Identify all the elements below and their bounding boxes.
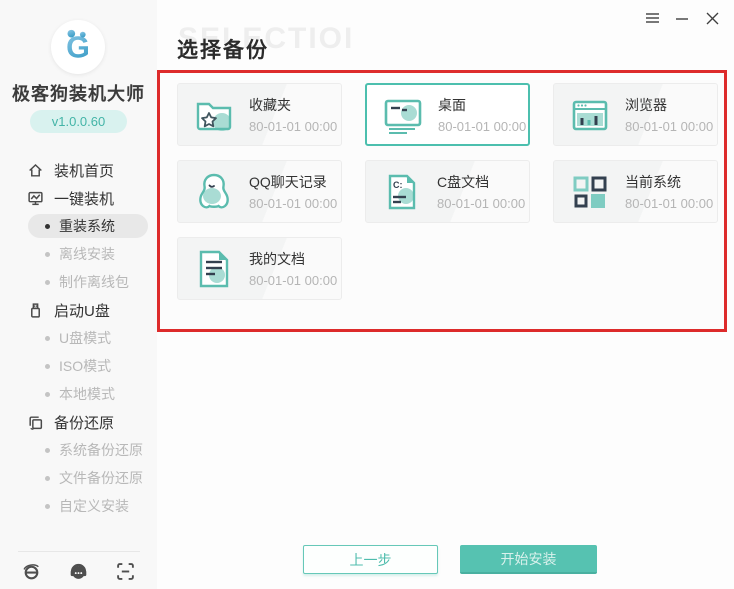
sidebar-item-usb-mode[interactable]: U盘模式 (0, 324, 157, 352)
sidebar: G 极客狗装机大师 v1.0.0.60 装机首页 一键装机 重装系统 离线安装 … (0, 0, 157, 589)
backup-timestamp: 80-01-01 00:00 (438, 119, 527, 134)
qq-icon (199, 173, 229, 209)
window-controls (642, 8, 722, 28)
monitor-icon (28, 191, 43, 205)
sidebar-item-label: 重装系统 (59, 218, 115, 234)
backup-name: QQ聊天记录 (249, 174, 327, 190)
sidebar-item-one-key-install[interactable]: 一键装机 (0, 184, 157, 212)
sidebar-item-backup-restore[interactable]: 备份还原 (0, 408, 157, 436)
sidebar-item-label: 备份还原 (54, 414, 115, 432)
folder-star-icon (196, 102, 232, 131)
svg-text:C:: C: (393, 180, 403, 190)
sidebar-nav: 装机首页 一键装机 重装系统 离线安装 制作离线包 启动U盘 U盘模式 ISO模… (0, 156, 157, 520)
browser-icon (572, 100, 608, 130)
bullet-icon (45, 335, 50, 341)
sidebar-item-home[interactable]: 装机首页 (0, 156, 157, 184)
bullet-icon (45, 447, 50, 453)
backup-name: 收藏夹 (249, 97, 291, 113)
backup-card-my-documents[interactable]: 我的文档 80-01-01 00:00 (177, 237, 342, 300)
sidebar-item-label: 启动U盘 (54, 302, 110, 320)
backup-timestamp: 80-01-01 00:00 (625, 196, 714, 211)
sidebar-item-label: 系统备份还原 (59, 442, 143, 458)
c-drive-doc-icon: C: (388, 174, 416, 209)
sidebar-item-custom-install[interactable]: 自定义安装 (0, 492, 157, 520)
sidebar-item-label: U盘模式 (59, 330, 112, 346)
scan-icon[interactable] (116, 562, 135, 581)
backup-timestamp: 80-01-01 00:00 (437, 196, 526, 211)
backup-card-desktop[interactable]: 桌面 80-01-01 00:00 (365, 83, 530, 146)
sidebar-item-boot-usb[interactable]: 启动U盘 (0, 296, 157, 324)
page-title: 选择备份 (177, 39, 269, 62)
backup-card-qq-chat[interactable]: QQ聊天记录 80-01-01 00:00 (177, 160, 342, 223)
backup-name: 桌面 (438, 97, 466, 113)
system-grid-icon (573, 176, 607, 208)
sidebar-item-iso-mode[interactable]: ISO模式 (0, 352, 157, 380)
backup-name: 当前系统 (625, 174, 681, 190)
bullet-icon (45, 223, 50, 229)
sidebar-item-label: 自定义安装 (59, 498, 129, 514)
bullet-icon (45, 363, 50, 369)
start-install-button[interactable]: 开始安装 (460, 545, 597, 574)
backup-card-c-drive-docs[interactable]: C: C盘文档 80-01-01 00:00 (365, 160, 530, 223)
backup-card-favorites[interactable]: 收藏夹 80-01-01 00:00 (177, 83, 342, 146)
backup-name: 我的文档 (249, 251, 305, 267)
sidebar-item-system-backup-restore[interactable]: 系统备份还原 (0, 436, 157, 464)
sidebar-item-label: 文件备份还原 (59, 470, 143, 486)
backup-name: 浏览器 (625, 97, 667, 113)
menu-icon[interactable] (642, 8, 662, 28)
sidebar-item-make-offline-pack[interactable]: 制作离线包 (0, 268, 157, 296)
backup-card-current-system[interactable]: 当前系统 80-01-01 00:00 (553, 160, 718, 223)
usb-icon (31, 302, 40, 318)
my-docs-icon (199, 250, 229, 287)
sidebar-item-offline-install[interactable]: 离线安装 (0, 240, 157, 268)
app-window: G 极客狗装机大师 v1.0.0.60 装机首页 一键装机 重装系统 离线安装 … (0, 0, 734, 589)
dog-g-logo-icon: G (66, 29, 90, 65)
sidebar-item-label: 制作离线包 (59, 274, 129, 290)
sidebar-item-label: 一键装机 (54, 190, 115, 208)
sidebar-item-label: 离线安装 (59, 246, 115, 262)
restore-icon (29, 415, 43, 430)
bullet-icon (45, 475, 50, 481)
backup-card-browser[interactable]: 浏览器 80-01-01 00:00 (553, 83, 718, 146)
sidebar-footer (0, 562, 157, 581)
sidebar-item-file-backup-restore[interactable]: 文件备份还原 (0, 464, 157, 492)
backup-cards-grid: 收藏夹 80-01-01 00:00 桌面 80-01-01 00:00 浏览器… (177, 83, 718, 300)
sidebar-item-label: 本地模式 (59, 386, 115, 402)
version-badge: v1.0.0.60 (30, 110, 127, 133)
minimize-icon[interactable] (672, 8, 692, 28)
backup-name: C盘文档 (437, 174, 490, 190)
close-icon[interactable] (702, 8, 722, 28)
sidebar-item-label: ISO模式 (59, 358, 112, 374)
bullet-icon (45, 503, 50, 509)
backup-timestamp: 80-01-01 00:00 (249, 119, 338, 134)
sidebar-item-label: 装机首页 (54, 162, 115, 180)
sidebar-item-local-mode[interactable]: 本地模式 (0, 380, 157, 408)
backup-timestamp: 80-01-01 00:00 (249, 273, 338, 288)
sidebar-item-reinstall-system[interactable]: 重装系统 (0, 212, 157, 240)
ie-browser-icon[interactable] (22, 562, 41, 581)
bullet-icon (45, 251, 50, 257)
bullet-icon (45, 279, 50, 285)
bullet-icon (45, 391, 50, 397)
sidebar-footer-divider (18, 551, 140, 552)
backup-timestamp: 80-01-01 00:00 (249, 196, 338, 211)
home-icon (29, 163, 42, 177)
app-title: 极客狗装机大师 (12, 84, 145, 104)
customer-service-icon[interactable] (69, 562, 88, 581)
previous-step-button[interactable]: 上一步 (303, 545, 438, 574)
desktop-icon (384, 99, 422, 134)
app-logo: G (51, 20, 105, 74)
backup-timestamp: 80-01-01 00:00 (625, 119, 714, 134)
